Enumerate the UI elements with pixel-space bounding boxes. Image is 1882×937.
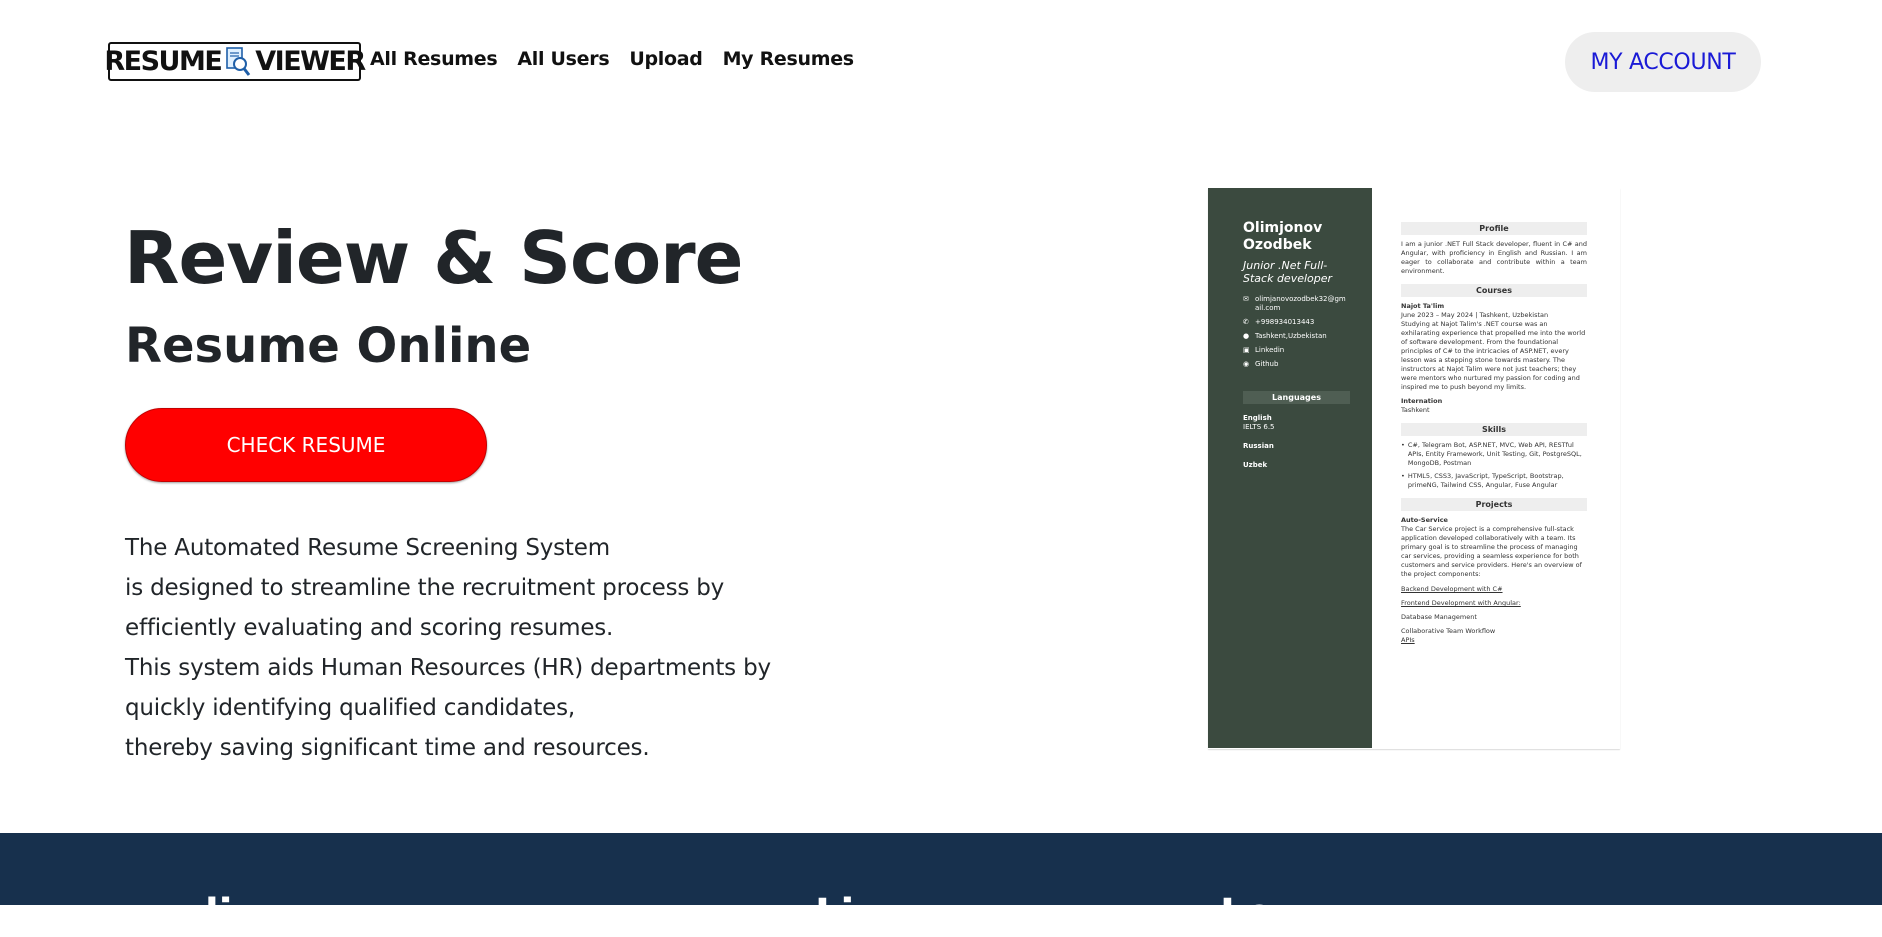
hero-title: Review & Score (124, 216, 743, 300)
language-item: Uzbek (1243, 461, 1350, 470)
language-level: IELTS 6.5 (1243, 423, 1275, 431)
footer-heading: Lo (1220, 891, 1273, 937)
course-meta: June 2023 – May 2024 | Tashkent, Uzbekis… (1401, 311, 1549, 319)
contact-text: olimjanovozodbek32@gmail.com (1255, 295, 1346, 312)
footer-heading: li (205, 891, 233, 937)
internation-place: Tashkent (1401, 406, 1430, 414)
project-component: Collaborative Team Workflow (1401, 627, 1496, 635)
skill-text: C#, Telegram Bot, ASP.NET, MVC, Web API,… (1407, 441, 1582, 467)
language-item: Russian (1243, 442, 1350, 451)
contact-text: Linkedin (1255, 346, 1285, 354)
project-name: Auto-Service (1401, 516, 1448, 524)
contact-text: Tashkent,Uzbekistan (1255, 332, 1327, 340)
project-component: APIs (1401, 636, 1415, 644)
site-footer: li Li Lo (0, 833, 1882, 937)
project-text: The Car Service project is a comprehensi… (1401, 525, 1582, 578)
description-line: quickly identifying qualified candidates… (125, 695, 576, 721)
logo-text-left: RESUME (104, 46, 222, 77)
profile-heading: Profile (1401, 222, 1587, 235)
description-line: is designed to streamline the recruitmen… (125, 575, 725, 601)
nav-all-users[interactable]: All Users (517, 48, 609, 70)
resume-main: Profile I am a junior .NET Full Stack de… (1401, 222, 1587, 645)
language-item: English IELTS 6.5 (1243, 414, 1350, 432)
phone-icon: ✆ (1243, 318, 1249, 326)
contact-row: ▣ Linkedin (1243, 346, 1350, 355)
hero-description: The Automated Resume Screening System is… (125, 528, 771, 768)
github-icon: ◉ (1243, 360, 1250, 368)
my-account-button[interactable]: MY ACCOUNT (1565, 32, 1761, 92)
resume-sidebar: Olimjonov Ozodbek Junior .Net Full-Stack… (1208, 188, 1372, 748)
language-name: Uzbek (1243, 461, 1268, 469)
contact-row: ◉ Github (1243, 360, 1350, 369)
footer-heading: Li (815, 891, 855, 937)
course-text: Studying at Najot Talim's .NET course wa… (1401, 320, 1586, 391)
nav-my-resumes[interactable]: My Resumes (723, 48, 855, 70)
languages-heading: Languages (1243, 391, 1350, 404)
resume-preview-image: Olimjonov Ozodbek Junior .Net Full-Stack… (1208, 188, 1620, 749)
profile-text: I am a junior .NET Full Stack developer,… (1401, 240, 1587, 275)
courses-heading: Courses (1401, 284, 1587, 297)
mail-icon: ✉ (1243, 295, 1249, 303)
skills-heading: Skills (1401, 423, 1587, 436)
contact-text: Github (1255, 360, 1279, 368)
description-line: thereby saving significant time and reso… (125, 735, 650, 761)
main-nav: All Resumes All Users Upload My Resumes (370, 48, 854, 70)
language-name: Russian (1243, 442, 1274, 450)
internation-label: Internation (1401, 397, 1443, 405)
resume-name: Olimjonov Ozodbek (1243, 220, 1323, 253)
linkedin-icon: ▣ (1243, 346, 1250, 354)
project-component: Database Management (1401, 613, 1477, 621)
magnifier-document-icon (225, 46, 251, 77)
skill-text: HTML5, CSS3, JavaScript, TypeScript, Boo… (1407, 472, 1564, 489)
logo-text-right: VIEWER (255, 46, 366, 77)
course-name: Najot Ta'lim (1401, 302, 1445, 310)
site-logo[interactable]: RESUME VIEWER (104, 42, 366, 81)
contact-row: ● Tashkent,Uzbekistan (1243, 332, 1350, 341)
contact-row: ✆ +998934013443 (1243, 318, 1350, 327)
description-line: The Automated Resume Screening System (125, 535, 610, 561)
nav-all-resumes[interactable]: All Resumes (370, 48, 498, 70)
contact-row: ✉ olimjanovozodbek32@gmail.com (1243, 295, 1350, 313)
project-component: Backend Development with C# (1401, 585, 1503, 593)
site-header: RESUME VIEWER All Resumes All Users Uplo… (0, 0, 1882, 124)
description-line: efficiently evaluating and scoring resum… (125, 615, 614, 641)
project-component: Frontend Development with Angular: (1401, 599, 1521, 607)
language-name: English (1243, 414, 1272, 422)
check-resume-button[interactable]: CHECK RESUME (125, 408, 487, 482)
projects-heading: Projects (1401, 498, 1587, 511)
resume-contacts: ✉ olimjanovozodbek32@gmail.com ✆ +998934… (1243, 295, 1350, 369)
nav-upload[interactable]: Upload (629, 48, 703, 70)
resume-role: Junior .Net Full-Stack developer (1243, 259, 1333, 285)
skill-item: • C#, Telegram Bot, ASP.NET, MVC, Web API… (1401, 441, 1587, 468)
skill-item: • HTML5, CSS3, JavaScript, TypeScript, Bo… (1401, 472, 1587, 490)
hero-subtitle: Resume Online (125, 318, 532, 374)
description-line: This system aids Human Resources (HR) de… (125, 655, 771, 681)
contact-text: +998934013443 (1255, 318, 1315, 326)
location-icon: ● (1243, 332, 1250, 340)
